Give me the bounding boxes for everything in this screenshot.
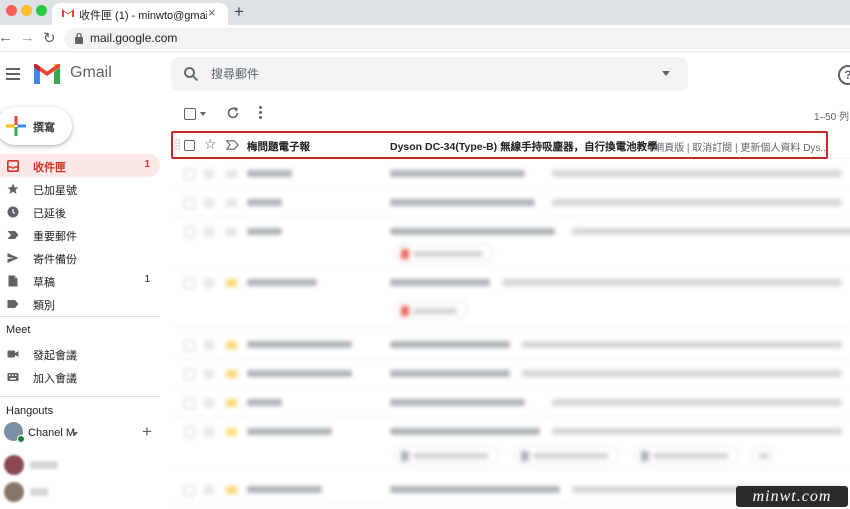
sidebar-divider: [0, 396, 160, 397]
email-subject: Dyson DC-34(Type-B) 無線手持吸塵器，自行換電池教學: [390, 141, 658, 153]
omnibox[interactable]: mail.google.com: [64, 28, 850, 49]
select-options-icon[interactable]: [200, 112, 206, 116]
compose-label: 撰寫: [33, 122, 55, 134]
email-row[interactable]: [172, 160, 850, 188]
hangouts-section-title: Hangouts: [6, 405, 54, 417]
email-sender: 梅問題電子報: [247, 141, 310, 153]
hangouts-user-name: Chanel M: [28, 427, 76, 439]
main-menu-icon[interactable]: [6, 68, 20, 83]
tab-close-icon[interactable]: ×: [208, 5, 216, 20]
contact-name-redacted: [30, 461, 58, 469]
gmail-logo-icon[interactable]: [34, 64, 60, 84]
email-row[interactable]: [172, 189, 850, 217]
compose-plus-icon: [6, 116, 26, 136]
help-icon[interactable]: ?: [838, 65, 850, 85]
search-icon[interactable]: [183, 66, 199, 82]
chevron-down-icon[interactable]: [72, 432, 78, 436]
draft-count: 1: [144, 274, 150, 285]
sidebar-item-label: 加入會議: [33, 373, 77, 385]
inbox-icon: [7, 160, 19, 172]
maximize-window-button[interactable]: [36, 5, 47, 16]
hangouts-user[interactable]: Chanel M +: [4, 422, 164, 446]
label-icon: [7, 300, 19, 308]
sidebar-item-inbox[interactable]: 收件匣 1: [0, 154, 160, 177]
new-tab-icon[interactable]: +: [234, 2, 244, 22]
sidebar-item-label: 已延後: [33, 208, 66, 220]
important-icon: [7, 231, 19, 239]
sidebar-item-label: 寄件備份: [33, 254, 77, 266]
email-row[interactable]: [172, 389, 850, 417]
send-icon: [7, 253, 19, 263]
pagination-text: 1–50 列: [814, 112, 850, 123]
draft-icon: [8, 275, 18, 287]
email-row[interactable]: ☆ 梅問題電子報 Dyson DC-34(Type-B) 無線手持吸塵器，自行換…: [172, 131, 850, 159]
sidebar-item-snoozed[interactable]: 已延後: [0, 200, 160, 223]
keyboard-icon: [7, 373, 19, 381]
sidebar-item-label: 發起會議: [33, 350, 77, 362]
email-row[interactable]: [172, 418, 850, 470]
sidebar-item-categories[interactable]: 類別: [0, 292, 160, 315]
minimize-window-button[interactable]: [21, 5, 32, 16]
sidebar-item-sent[interactable]: 寄件備份: [0, 246, 160, 269]
search-bar: [171, 57, 688, 91]
gmail-wordmark: Gmail: [70, 64, 112, 81]
more-icon[interactable]: [259, 106, 263, 122]
email-row[interactable]: [172, 360, 850, 388]
compose-button[interactable]: 撰寫: [0, 107, 72, 145]
sidebar-item-label: 草稿: [33, 277, 55, 289]
select-all-checkbox[interactable]: [184, 108, 196, 120]
forward-icon[interactable]: →: [20, 29, 35, 46]
sidebar-item-label: 類別: [33, 300, 55, 312]
online-status-icon: [17, 435, 25, 443]
sidebar-item-drafts[interactable]: 草稿 1: [0, 269, 160, 292]
sidebar-item-label: 收件匣: [33, 162, 66, 174]
contact-name-redacted: [30, 488, 48, 496]
browser-tab-bar: 收件匣 (1) - minwto@gmail.com × +: [0, 0, 850, 25]
sidebar-item-label: 重要郵件: [33, 231, 77, 243]
sidebar-item-label: 已加星號: [33, 185, 77, 197]
close-window-button[interactable]: [6, 5, 17, 16]
email-row[interactable]: [172, 331, 850, 359]
email-snippet: - 網頁版 | 取消訂閱 | 更新個人資料 Dys...: [648, 143, 829, 154]
sidebar-item-join-meeting[interactable]: 加入會議: [0, 365, 160, 388]
lock-icon: [75, 32, 83, 44]
search-input[interactable]: [211, 63, 651, 85]
drag-handle-icon[interactable]: [175, 139, 180, 151]
email-row[interactable]: [172, 269, 850, 327]
address-bar: ← → ↻ mail.google.com: [0, 25, 850, 52]
refresh-icon[interactable]: [226, 106, 240, 120]
tab-title: 收件匣 (1) - minwto@gmail.com: [79, 10, 207, 22]
gmail-favicon-icon: [62, 9, 74, 17]
mail-toolbar: 1–50 列: [172, 100, 850, 128]
reload-icon[interactable]: ↻: [43, 29, 56, 47]
browser-tab[interactable]: 收件匣 (1) - minwto@gmail.com ×: [52, 3, 228, 25]
watermark: minwt.com: [736, 486, 848, 507]
sidebar-item-new-meeting[interactable]: 發起會議: [0, 342, 160, 365]
back-icon[interactable]: ←: [0, 29, 13, 46]
sidebar-item-important[interactable]: 重要郵件: [0, 223, 160, 246]
important-marker-icon[interactable]: [226, 140, 239, 150]
star-icon: [7, 183, 19, 194]
url-text: mail.google.com: [90, 31, 178, 45]
avatar[interactable]: [4, 455, 24, 475]
meet-section-title: Meet: [6, 324, 31, 336]
clock-icon: [7, 206, 19, 218]
sidebar-item-starred[interactable]: 已加星號: [0, 177, 160, 200]
avatar[interactable]: [4, 482, 24, 502]
add-contact-icon[interactable]: +: [142, 422, 152, 442]
video-icon: [7, 350, 19, 358]
row-checkbox[interactable]: [184, 140, 195, 151]
unread-count: 1: [144, 159, 150, 170]
gmail-header: Gmail ?: [0, 52, 850, 98]
email-row[interactable]: [172, 218, 850, 268]
star-icon[interactable]: ☆: [204, 136, 217, 153]
search-options-icon[interactable]: [662, 71, 670, 76]
sidebar-divider: [0, 316, 160, 317]
